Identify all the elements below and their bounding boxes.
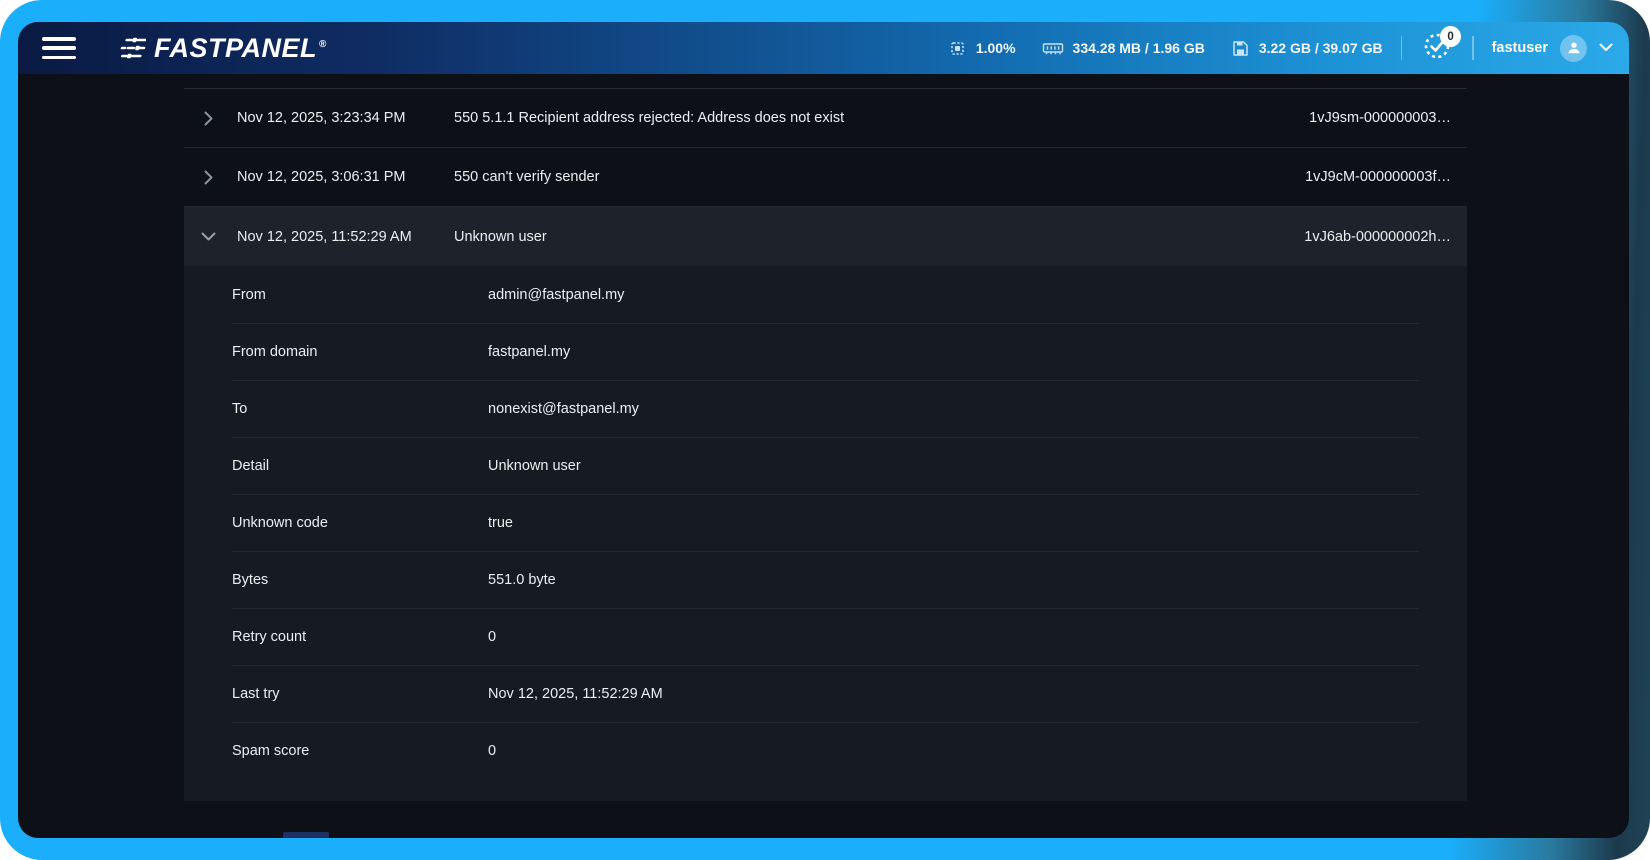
mail-log-table: Nov 12, 2025, 3:23:34 PM 550 5.1.1 Recip… bbox=[184, 88, 1467, 801]
chevron-right-icon[interactable] bbox=[184, 170, 232, 185]
menu-icon[interactable] bbox=[42, 37, 76, 59]
disk-stat[interactable]: 3.22 GB / 39.07 GB bbox=[1231, 39, 1383, 58]
app-bar: FASTPANEL® 1.00% bbox=[18, 22, 1629, 74]
detail-label: Bytes bbox=[232, 572, 488, 588]
tasks-button[interactable]: 0 bbox=[1420, 31, 1454, 65]
divider bbox=[1401, 36, 1403, 60]
detail-value: Unknown user bbox=[488, 458, 1419, 474]
detail-label: To bbox=[232, 401, 488, 417]
detail-row: Bytes 551.0 byte bbox=[184, 551, 1467, 608]
detail-value: fastpanel.my bbox=[488, 344, 1419, 360]
table-row[interactable]: Nov 12, 2025, 3:06:31 PM 550 can't verif… bbox=[184, 148, 1467, 207]
sliders-logo-icon bbox=[116, 35, 146, 61]
detail-row: From domain fastpanel.my bbox=[184, 323, 1467, 380]
detail-row: Last try Nov 12, 2025, 11:52:29 AM bbox=[184, 665, 1467, 722]
row-date: Nov 12, 2025, 11:52:29 AM bbox=[232, 229, 454, 245]
detail-row: Spam score 0 bbox=[184, 722, 1467, 779]
divider bbox=[1472, 36, 1474, 60]
ram-stat[interactable]: 334.28 MB / 1.96 GB bbox=[1042, 39, 1205, 58]
cpu-stat[interactable]: 1.00% bbox=[948, 39, 1016, 58]
detail-label: From bbox=[232, 287, 488, 303]
chevron-down-icon[interactable] bbox=[184, 232, 232, 241]
server-stats: 1.00% bbox=[948, 39, 1383, 58]
ram-icon bbox=[1042, 39, 1064, 58]
detail-value: 0 bbox=[488, 629, 1419, 645]
app-panel: FASTPANEL® 1.00% bbox=[18, 22, 1629, 838]
cpu-icon bbox=[948, 39, 967, 58]
brand-name: FASTPANEL® bbox=[154, 33, 327, 64]
detail-label: Unknown code bbox=[232, 515, 488, 531]
registered-mark: ® bbox=[319, 39, 327, 50]
row-date: Nov 12, 2025, 3:23:34 PM bbox=[232, 110, 454, 126]
row-id: 1vJ9cM-000000003f… bbox=[1305, 169, 1467, 185]
detail-row: To nonexist@fastpanel.my bbox=[184, 380, 1467, 437]
detail-label: From domain bbox=[232, 344, 488, 360]
page-content: Nov 12, 2025, 3:23:34 PM 550 5.1.1 Recip… bbox=[18, 88, 1629, 838]
cpu-value: 1.00% bbox=[976, 40, 1016, 56]
detail-value: true bbox=[488, 515, 1419, 531]
detail-value: nonexist@fastpanel.my bbox=[488, 401, 1419, 417]
tasks-badge: 0 bbox=[1440, 26, 1461, 47]
row-date: Nov 12, 2025, 3:06:31 PM bbox=[232, 169, 454, 185]
table-row[interactable]: Nov 12, 2025, 3:23:34 PM 550 5.1.1 Recip… bbox=[184, 89, 1467, 148]
table-row-expanded[interactable]: Nov 12, 2025, 11:52:29 AM Unknown user 1… bbox=[184, 207, 1467, 266]
detail-label: Retry count bbox=[232, 629, 488, 645]
detail-label: Spam score bbox=[232, 743, 488, 759]
brand-logo[interactable]: FASTPANEL® bbox=[116, 33, 327, 64]
detail-row: From admin@fastpanel.my bbox=[184, 266, 1467, 323]
detail-value: 551.0 byte bbox=[488, 572, 1419, 588]
row-message: 550 can't verify sender bbox=[454, 169, 1305, 185]
row-message: Unknown user bbox=[454, 229, 1304, 245]
detail-row: Detail Unknown user bbox=[184, 437, 1467, 494]
detail-value: Nov 12, 2025, 11:52:29 AM bbox=[488, 686, 1419, 702]
chevron-right-icon[interactable] bbox=[184, 111, 232, 126]
detail-row: Retry count 0 bbox=[184, 608, 1467, 665]
username: fastuser bbox=[1492, 40, 1548, 56]
ram-value: 334.28 MB / 1.96 GB bbox=[1073, 40, 1205, 56]
screenshot-stage: FASTPANEL® 1.00% bbox=[0, 0, 1650, 860]
row-message: 550 5.1.1 Recipient address rejected: Ad… bbox=[454, 110, 1309, 126]
detail-value: admin@fastpanel.my bbox=[488, 287, 1419, 303]
chevron-down-icon bbox=[1599, 39, 1613, 57]
row-id: 1vJ6ab-000000002h… bbox=[1304, 229, 1467, 245]
avatar bbox=[1560, 35, 1587, 62]
clipped-footer-element bbox=[283, 832, 329, 838]
detail-value: 0 bbox=[488, 743, 1419, 759]
disk-icon bbox=[1231, 39, 1250, 58]
row-details-panel: From admin@fastpanel.my From domain fast… bbox=[184, 266, 1467, 801]
detail-label: Detail bbox=[232, 458, 488, 474]
disk-value: 3.22 GB / 39.07 GB bbox=[1259, 40, 1383, 56]
detail-label: Last try bbox=[232, 686, 488, 702]
window-frame: FASTPANEL® 1.00% bbox=[0, 0, 1650, 860]
row-id: 1vJ9sm-000000003… bbox=[1309, 110, 1467, 126]
user-menu[interactable]: fastuser bbox=[1492, 35, 1613, 62]
detail-row: Unknown code true bbox=[184, 494, 1467, 551]
